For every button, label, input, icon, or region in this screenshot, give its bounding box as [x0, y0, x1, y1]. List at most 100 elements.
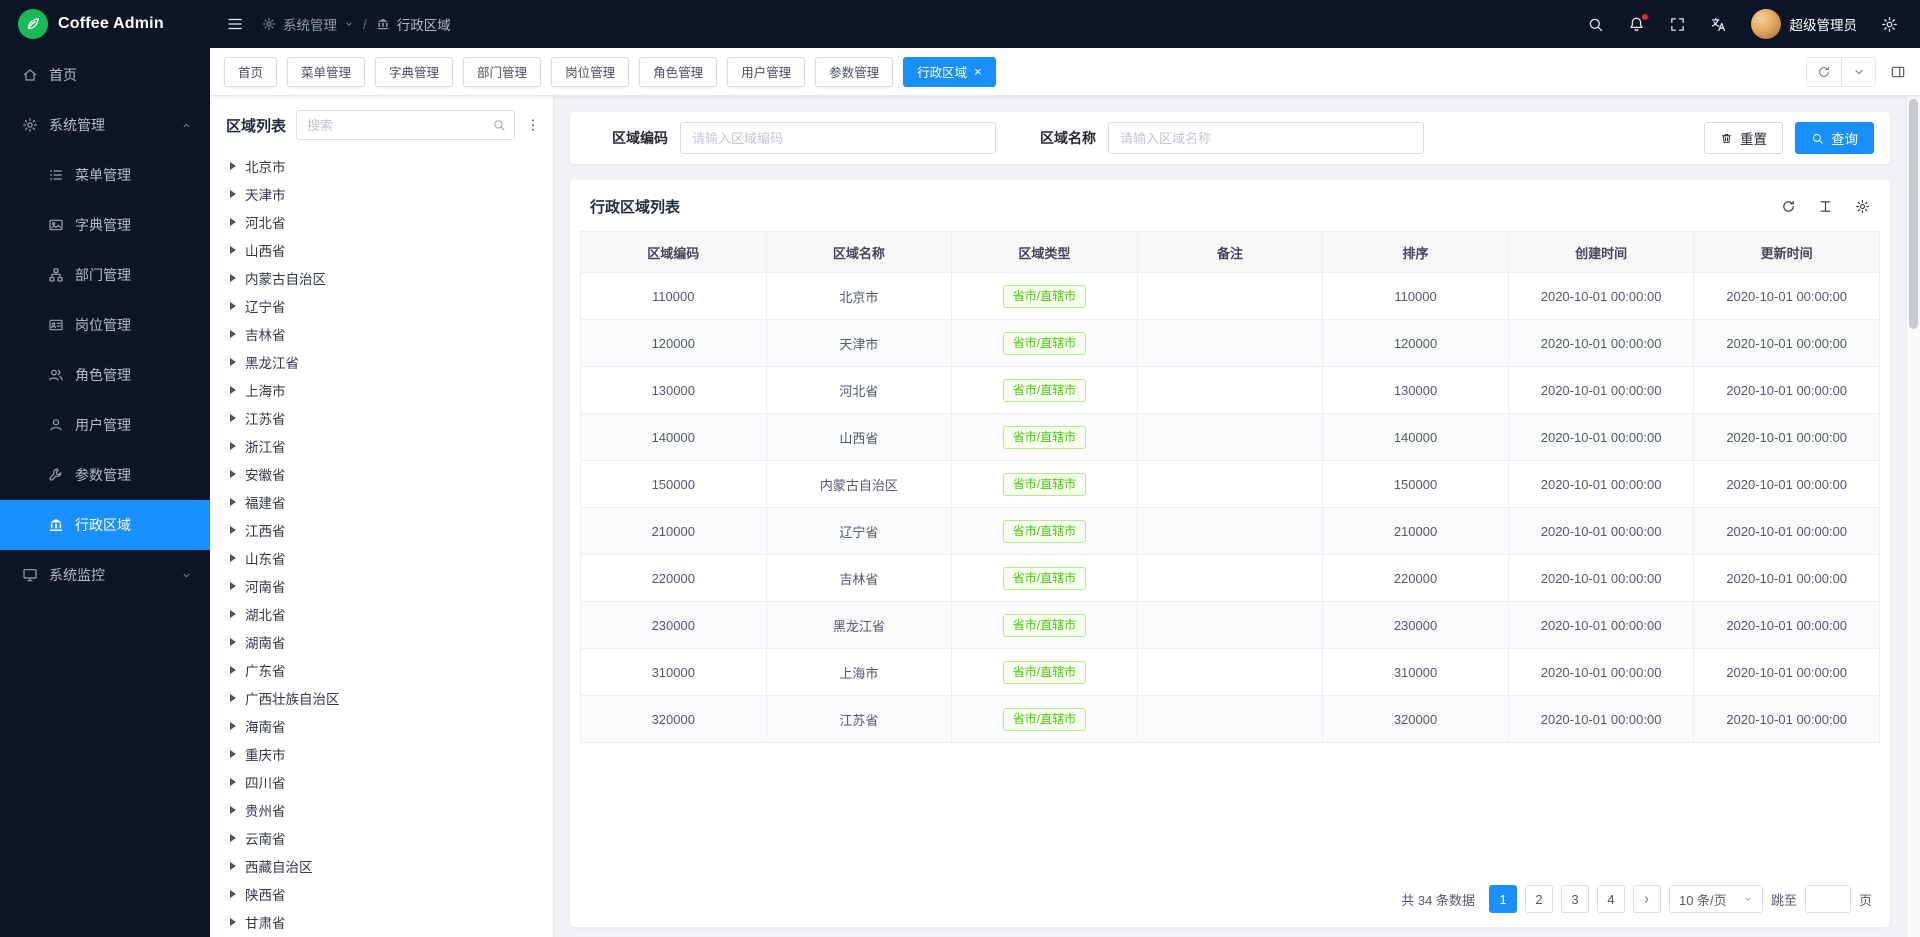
caret-right-icon[interactable]	[230, 722, 236, 730]
tab-item[interactable]: 菜单管理	[287, 57, 365, 87]
tree-item[interactable]: 天津市	[226, 180, 541, 208]
fullscreen-button[interactable]	[1669, 16, 1686, 33]
sidebar-item-bank[interactable]: 行政区域	[0, 500, 210, 550]
tree-item[interactable]: 山西省	[226, 236, 541, 264]
tab-item[interactable]: 角色管理	[639, 57, 717, 87]
refresh-tabs-button[interactable]	[1807, 58, 1841, 86]
notifications-button[interactable]	[1628, 16, 1645, 33]
sidebar-item-gear[interactable]: 系统管理	[0, 100, 210, 150]
breadcrumb-section[interactable]: 系统管理	[283, 14, 337, 34]
table-row[interactable]: 220000吉林省省市/直辖市2200002020-10-01 00:00:00…	[581, 555, 1880, 602]
vertical-scrollbar[interactable]	[1906, 96, 1920, 937]
region-code-input[interactable]	[680, 122, 996, 154]
tree-item[interactable]: 湖北省	[226, 600, 541, 628]
collapse-sidebar-button[interactable]	[226, 15, 244, 33]
page-button[interactable]: 1	[1489, 885, 1517, 913]
sidebar-item-org[interactable]: 部门管理	[0, 250, 210, 300]
tree-item[interactable]: 江苏省	[226, 404, 541, 432]
page-size-select[interactable]: 10 条/页	[1669, 885, 1763, 913]
caret-right-icon[interactable]	[230, 582, 236, 590]
table-row[interactable]: 210000辽宁省省市/直辖市2100002020-10-01 00:00:00…	[581, 508, 1880, 555]
tab-item[interactable]: 首页	[224, 57, 277, 87]
tree-item[interactable]: 上海市	[226, 376, 541, 404]
caret-right-icon[interactable]	[230, 470, 236, 478]
caret-right-icon[interactable]	[230, 806, 236, 814]
tree-search-input[interactable]	[296, 110, 515, 140]
tab-item[interactable]: 参数管理	[815, 57, 893, 87]
caret-right-icon[interactable]	[230, 666, 236, 674]
density-button[interactable]	[1818, 199, 1833, 214]
caret-right-icon[interactable]	[230, 498, 236, 506]
table-row[interactable]: 140000山西省省市/直辖市1400002020-10-01 00:00:00…	[581, 414, 1880, 461]
sidebar-item-list[interactable]: 菜单管理	[0, 150, 210, 200]
settings-button[interactable]	[1881, 16, 1898, 33]
search-button[interactable]	[1587, 16, 1604, 33]
tree-item[interactable]: 河南省	[226, 572, 541, 600]
caret-right-icon[interactable]	[230, 890, 236, 898]
user-menu[interactable]: 超级管理员	[1751, 9, 1858, 39]
caret-right-icon[interactable]	[230, 246, 236, 254]
tree-item[interactable]: 甘肃省	[226, 908, 541, 936]
tree-item[interactable]: 贵州省	[226, 796, 541, 824]
caret-right-icon[interactable]	[230, 610, 236, 618]
tab-item[interactable]: 用户管理	[727, 57, 805, 87]
tab-item[interactable]: 部门管理	[463, 57, 541, 87]
tree-item[interactable]: 云南省	[226, 824, 541, 852]
tab-actions-button[interactable]	[1841, 58, 1875, 86]
tree-item[interactable]: 福建省	[226, 488, 541, 516]
sidebar-item-wrench[interactable]: 参数管理	[0, 450, 210, 500]
tab-item[interactable]: 岗位管理	[551, 57, 629, 87]
tree-item[interactable]: 海南省	[226, 712, 541, 740]
caret-right-icon[interactable]	[230, 386, 236, 394]
caret-right-icon[interactable]	[230, 358, 236, 366]
tree-item[interactable]: 安徽省	[226, 460, 541, 488]
caret-right-icon[interactable]	[230, 638, 236, 646]
caret-right-icon[interactable]	[230, 274, 236, 282]
tree-item[interactable]: 四川省	[226, 768, 541, 796]
tree-item[interactable]: 河北省	[226, 208, 541, 236]
tree-item[interactable]: 黑龙江省	[226, 348, 541, 376]
sidebar-item-home[interactable]: 首页	[0, 50, 210, 100]
language-button[interactable]	[1710, 16, 1727, 33]
caret-right-icon[interactable]	[230, 190, 236, 198]
page-button[interactable]: 4	[1597, 885, 1625, 913]
tree-item[interactable]: 山东省	[226, 544, 541, 572]
tree-item[interactable]: 辽宁省	[226, 292, 541, 320]
next-page-button[interactable]	[1633, 885, 1661, 913]
tree-item[interactable]: 重庆市	[226, 740, 541, 768]
caret-right-icon[interactable]	[230, 554, 236, 562]
caret-right-icon[interactable]	[230, 330, 236, 338]
caret-right-icon[interactable]	[230, 526, 236, 534]
table-row[interactable]: 120000天津市省市/直辖市1200002020-10-01 00:00:00…	[581, 320, 1880, 367]
caret-right-icon[interactable]	[230, 162, 236, 170]
toggle-panel-button[interactable]	[1890, 64, 1906, 80]
caret-right-icon[interactable]	[230, 918, 236, 926]
tree-item[interactable]: 西藏自治区	[226, 852, 541, 880]
caret-right-icon[interactable]	[230, 834, 236, 842]
caret-right-icon[interactable]	[230, 694, 236, 702]
tree-item[interactable]: 北京市	[226, 152, 541, 180]
tab-item[interactable]: 行政区域×	[903, 57, 996, 87]
tree-item[interactable]: 广西壮族自治区	[226, 684, 541, 712]
region-name-input[interactable]	[1108, 122, 1424, 154]
close-tab-icon[interactable]: ×	[974, 65, 982, 78]
caret-right-icon[interactable]	[230, 218, 236, 226]
jump-page-input[interactable]	[1805, 885, 1851, 913]
caret-right-icon[interactable]	[230, 778, 236, 786]
table-row[interactable]: 150000内蒙古自治区省市/直辖市1500002020-10-01 00:00…	[581, 461, 1880, 508]
column-settings-button[interactable]	[1855, 199, 1870, 214]
sidebar-item-image[interactable]: 字典管理	[0, 200, 210, 250]
tree-item[interactable]: 江西省	[226, 516, 541, 544]
sidebar-item-user[interactable]: 用户管理	[0, 400, 210, 450]
sidebar-item-monitor[interactable]: 系统监控	[0, 550, 210, 600]
table-row[interactable]: 130000河北省省市/直辖市1300002020-10-01 00:00:00…	[581, 367, 1880, 414]
tree-item[interactable]: 内蒙古自治区	[226, 264, 541, 292]
reset-button[interactable]: 重置	[1704, 122, 1783, 154]
refresh-table-button[interactable]	[1781, 199, 1796, 214]
tree-more-button[interactable]	[525, 117, 541, 133]
tree-item[interactable]: 湖南省	[226, 628, 541, 656]
page-button[interactable]: 3	[1561, 885, 1589, 913]
tree-item[interactable]: 广东省	[226, 656, 541, 684]
sidebar-item-idcard[interactable]: 岗位管理	[0, 300, 210, 350]
tab-item[interactable]: 字典管理	[375, 57, 453, 87]
